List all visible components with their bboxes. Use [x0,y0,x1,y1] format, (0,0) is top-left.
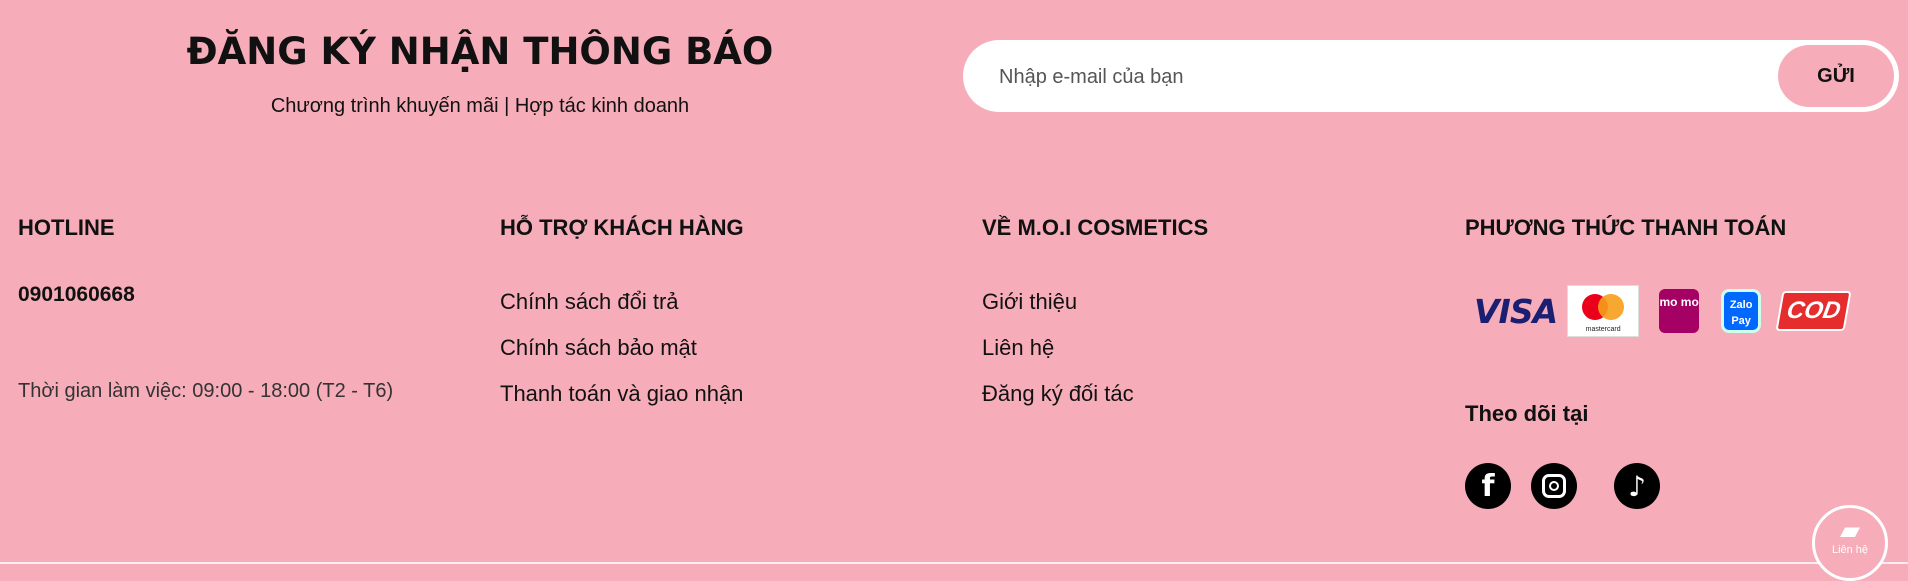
about-column: VỀ M.O.I COSMETICS Giới thiệu Liên hệ Đă… [982,215,1208,417]
work-time: Thời gian làm việc: 09:00 - 18:00 (T2 - … [18,380,394,402]
hotline-number[interactable]: 0901060668 [18,283,393,307]
visa-logo: VISA [1474,291,1558,331]
social-links: f ♪ [1465,463,1848,509]
link-payment-delivery[interactable]: Thanh toán và giao nhận [500,371,744,417]
mastercard-logo: mastercard [1567,285,1640,337]
tiktok-icon[interactable]: ♪ [1614,463,1660,509]
zalopay-logo: Zalo Pay [1721,289,1762,333]
contact-float-button[interactable]: ▰ Liên hệ [1812,505,1888,581]
link-return-policy[interactable]: Chính sách đổi trả [500,279,744,325]
link-about[interactable]: Giới thiệu [982,279,1208,325]
payment-column: PHƯƠNG THỨC THANH TOÁN VISA mastercard m… [1465,215,1852,509]
link-partner-register[interactable]: Đăng ký đối tác [982,371,1208,417]
instagram-icon[interactable] [1531,463,1577,509]
cod-logo: COD [1775,291,1852,331]
hotline-column: HOTLINE 0901060668 Thời gian làm việc: 0… [18,215,393,403]
subscribe-description: Chương trình khuyến mãi | Hợp tác kinh d… [270,95,690,117]
footer-divider [0,562,1908,564]
facebook-icon[interactable]: f [1465,463,1511,509]
payment-title: PHƯƠNG THỨC THANH TOÁN [1465,215,1787,240]
subscribe-form: GỬI [963,40,1899,114]
payment-methods: VISA mastercard mo mo Zalo Pay COD [1465,283,1852,339]
send-button[interactable]: GỬI [1778,45,1894,107]
chat-icon: ▰ [1840,515,1860,545]
link-privacy-policy[interactable]: Chính sách bảo mật [500,325,744,371]
subscribe-title: ĐĂNG KÝ NHẬN THÔNG BÁO [186,30,774,73]
follow-title: Theo dõi tại [1465,401,1589,426]
link-contact[interactable]: Liên hệ [982,325,1208,371]
email-input[interactable] [997,40,1701,114]
support-column: HỖ TRỢ KHÁCH HÀNG Chính sách đổi trả Chí… [500,215,744,417]
hotline-title: HOTLINE [18,215,115,240]
subscribe-section: ĐĂNG KÝ NHẬN THÔNG BÁO Chương trình khuy… [0,30,960,118]
momo-logo: mo mo [1659,289,1700,333]
about-title: VỀ M.O.I COSMETICS [982,215,1209,240]
contact-float-label: Liên hệ [1831,544,1869,556]
support-title: HỖ TRỢ KHÁCH HÀNG [500,215,744,240]
